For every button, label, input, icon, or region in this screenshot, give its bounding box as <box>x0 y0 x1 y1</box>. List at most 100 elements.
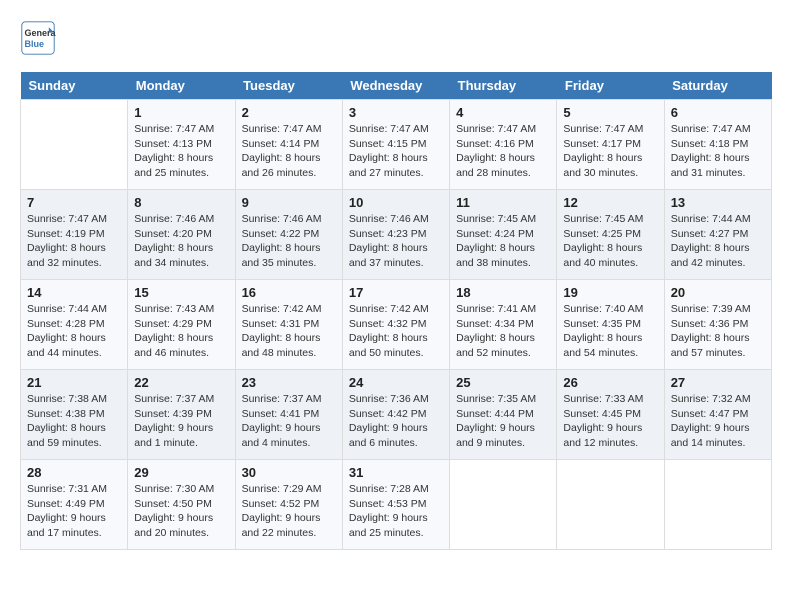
cell-info: Sunrise: 7:47 AM Sunset: 4:16 PM Dayligh… <box>456 122 550 181</box>
calendar-cell: 28 Sunrise: 7:31 AM Sunset: 4:49 PM Dayli… <box>21 460 128 550</box>
day-number: 28 <box>27 465 121 480</box>
day-number: 30 <box>242 465 336 480</box>
calendar-cell: 23 Sunrise: 7:37 AM Sunset: 4:41 PM Dayli… <box>235 370 342 460</box>
calendar-cell <box>557 460 664 550</box>
day-number: 7 <box>27 195 121 210</box>
weekday-header-monday: Monday <box>128 72 235 100</box>
day-number: 14 <box>27 285 121 300</box>
week-row-2: 7 Sunrise: 7:47 AM Sunset: 4:19 PM Daylig… <box>21 190 772 280</box>
weekday-header-sunday: Sunday <box>21 72 128 100</box>
cell-info: Sunrise: 7:47 AM Sunset: 4:17 PM Dayligh… <box>563 122 657 181</box>
calendar-cell: 24 Sunrise: 7:36 AM Sunset: 4:42 PM Dayli… <box>342 370 449 460</box>
cell-info: Sunrise: 7:47 AM Sunset: 4:18 PM Dayligh… <box>671 122 765 181</box>
cell-info: Sunrise: 7:29 AM Sunset: 4:52 PM Dayligh… <box>242 482 336 541</box>
calendar-cell: 6 Sunrise: 7:47 AM Sunset: 4:18 PM Daylig… <box>664 100 771 190</box>
cell-info: Sunrise: 7:38 AM Sunset: 4:38 PM Dayligh… <box>27 392 121 451</box>
day-number: 25 <box>456 375 550 390</box>
svg-text:Blue: Blue <box>25 39 45 49</box>
calendar-cell: 27Sunrise: 7:32 AM Sunset: 4:47 PM Dayli… <box>664 370 771 460</box>
week-row-3: 14 Sunrise: 7:44 AM Sunset: 4:28 PM Dayli… <box>21 280 772 370</box>
cell-info: Sunrise: 7:47 AM Sunset: 4:15 PM Dayligh… <box>349 122 443 181</box>
calendar-cell: 3 Sunrise: 7:47 AM Sunset: 4:15 PM Daylig… <box>342 100 449 190</box>
weekday-header-thursday: Thursday <box>450 72 557 100</box>
calendar-cell: 16 Sunrise: 7:42 AM Sunset: 4:31 PM Dayli… <box>235 280 342 370</box>
calendar-cell: 22 Sunrise: 7:37 AM Sunset: 4:39 PM Dayli… <box>128 370 235 460</box>
day-number: 5 <box>563 105 657 120</box>
weekday-header-saturday: Saturday <box>664 72 771 100</box>
cell-info: Sunrise: 7:44 AM Sunset: 4:27 PM Dayligh… <box>671 212 765 271</box>
calendar-cell: 14 Sunrise: 7:44 AM Sunset: 4:28 PM Dayli… <box>21 280 128 370</box>
calendar-cell: 13 Sunrise: 7:44 AM Sunset: 4:27 PM Dayli… <box>664 190 771 280</box>
cell-info: Sunrise: 7:39 AM Sunset: 4:36 PM Dayligh… <box>671 302 765 361</box>
cell-info: Sunrise: 7:41 AM Sunset: 4:34 PM Dayligh… <box>456 302 550 361</box>
calendar-cell: 25Sunrise: 7:35 AM Sunset: 4:44 PM Dayli… <box>450 370 557 460</box>
day-number: 26 <box>563 375 657 390</box>
cell-info: Sunrise: 7:33 AM Sunset: 4:45 PM Dayligh… <box>563 392 657 451</box>
day-number: 31 <box>349 465 443 480</box>
logo: General Blue <box>20 20 56 56</box>
day-number: 9 <box>242 195 336 210</box>
calendar-cell <box>21 100 128 190</box>
day-number: 22 <box>134 375 228 390</box>
calendar-cell: 12Sunrise: 7:45 AM Sunset: 4:25 PM Dayli… <box>557 190 664 280</box>
cell-info: Sunrise: 7:36 AM Sunset: 4:42 PM Dayligh… <box>349 392 443 451</box>
cell-info: Sunrise: 7:46 AM Sunset: 4:23 PM Dayligh… <box>349 212 443 271</box>
calendar-cell: 10 Sunrise: 7:46 AM Sunset: 4:23 PM Dayli… <box>342 190 449 280</box>
day-number: 24 <box>349 375 443 390</box>
calendar-cell: 21 Sunrise: 7:38 AM Sunset: 4:38 PM Dayli… <box>21 370 128 460</box>
cell-info: Sunrise: 7:37 AM Sunset: 4:39 PM Dayligh… <box>134 392 228 451</box>
day-number: 11 <box>456 195 550 210</box>
cell-info: Sunrise: 7:47 AM Sunset: 4:13 PM Dayligh… <box>134 122 228 181</box>
day-number: 16 <box>242 285 336 300</box>
calendar-cell: 18Sunrise: 7:41 AM Sunset: 4:34 PM Dayli… <box>450 280 557 370</box>
calendar-cell: 31 Sunrise: 7:28 AM Sunset: 4:53 PM Dayli… <box>342 460 449 550</box>
calendar-cell: 17 Sunrise: 7:42 AM Sunset: 4:32 PM Dayli… <box>342 280 449 370</box>
calendar-cell: 4 Sunrise: 7:47 AM Sunset: 4:16 PM Daylig… <box>450 100 557 190</box>
calendar-cell: 20 Sunrise: 7:39 AM Sunset: 4:36 PM Dayli… <box>664 280 771 370</box>
cell-info: Sunrise: 7:46 AM Sunset: 4:22 PM Dayligh… <box>242 212 336 271</box>
day-number: 27 <box>671 375 765 390</box>
calendar-cell: 5 Sunrise: 7:47 AM Sunset: 4:17 PM Daylig… <box>557 100 664 190</box>
weekday-header-wednesday: Wednesday <box>342 72 449 100</box>
calendar-cell: 15 Sunrise: 7:43 AM Sunset: 4:29 PM Dayli… <box>128 280 235 370</box>
day-number: 13 <box>671 195 765 210</box>
cell-info: Sunrise: 7:43 AM Sunset: 4:29 PM Dayligh… <box>134 302 228 361</box>
weekday-header-friday: Friday <box>557 72 664 100</box>
calendar-cell: 8Sunrise: 7:46 AM Sunset: 4:20 PM Daylig… <box>128 190 235 280</box>
cell-info: Sunrise: 7:47 AM Sunset: 4:14 PM Dayligh… <box>242 122 336 181</box>
calendar-cell: 26 Sunrise: 7:33 AM Sunset: 4:45 PM Dayli… <box>557 370 664 460</box>
cell-info: Sunrise: 7:31 AM Sunset: 4:49 PM Dayligh… <box>27 482 121 541</box>
calendar-cell: 7 Sunrise: 7:47 AM Sunset: 4:19 PM Daylig… <box>21 190 128 280</box>
day-number: 15 <box>134 285 228 300</box>
day-number: 4 <box>456 105 550 120</box>
cell-info: Sunrise: 7:28 AM Sunset: 4:53 PM Dayligh… <box>349 482 443 541</box>
cell-info: Sunrise: 7:42 AM Sunset: 4:32 PM Dayligh… <box>349 302 443 361</box>
day-number: 6 <box>671 105 765 120</box>
week-row-4: 21 Sunrise: 7:38 AM Sunset: 4:38 PM Dayli… <box>21 370 772 460</box>
day-number: 2 <box>242 105 336 120</box>
cell-info: Sunrise: 7:40 AM Sunset: 4:35 PM Dayligh… <box>563 302 657 361</box>
weekday-header-tuesday: Tuesday <box>235 72 342 100</box>
cell-info: Sunrise: 7:45 AM Sunset: 4:24 PM Dayligh… <box>456 212 550 271</box>
cell-info: Sunrise: 7:42 AM Sunset: 4:31 PM Dayligh… <box>242 302 336 361</box>
day-number: 10 <box>349 195 443 210</box>
day-number: 20 <box>671 285 765 300</box>
day-number: 3 <box>349 105 443 120</box>
day-number: 21 <box>27 375 121 390</box>
day-number: 23 <box>242 375 336 390</box>
calendar-table: SundayMondayTuesdayWednesdayThursdayFrid… <box>20 72 772 550</box>
cell-info: Sunrise: 7:37 AM Sunset: 4:41 PM Dayligh… <box>242 392 336 451</box>
day-number: 17 <box>349 285 443 300</box>
calendar-cell: 19Sunrise: 7:40 AM Sunset: 4:35 PM Dayli… <box>557 280 664 370</box>
cell-info: Sunrise: 7:47 AM Sunset: 4:19 PM Dayligh… <box>27 212 121 271</box>
logo-icon: General Blue <box>20 20 56 56</box>
calendar-cell: 1Sunrise: 7:47 AM Sunset: 4:13 PM Daylig… <box>128 100 235 190</box>
cell-info: Sunrise: 7:46 AM Sunset: 4:20 PM Dayligh… <box>134 212 228 271</box>
cell-info: Sunrise: 7:30 AM Sunset: 4:50 PM Dayligh… <box>134 482 228 541</box>
calendar-cell: 9 Sunrise: 7:46 AM Sunset: 4:22 PM Daylig… <box>235 190 342 280</box>
day-number: 12 <box>563 195 657 210</box>
weekday-header-row: SundayMondayTuesdayWednesdayThursdayFrid… <box>21 72 772 100</box>
calendar-cell: 29Sunrise: 7:30 AM Sunset: 4:50 PM Dayli… <box>128 460 235 550</box>
cell-info: Sunrise: 7:44 AM Sunset: 4:28 PM Dayligh… <box>27 302 121 361</box>
week-row-1: 1Sunrise: 7:47 AM Sunset: 4:13 PM Daylig… <box>21 100 772 190</box>
